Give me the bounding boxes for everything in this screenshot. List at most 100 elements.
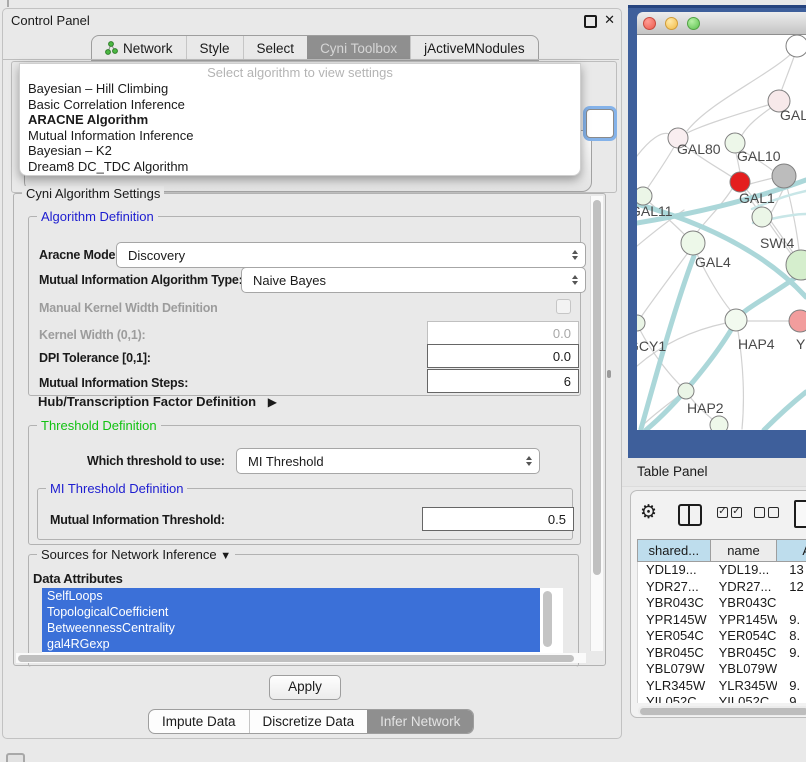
column-header-name[interactable]: name [711,540,778,561]
table-row[interactable]: YBR043CYBR043C [638,595,806,612]
dpi-tolerance-field[interactable]: 0.0 [427,344,579,368]
tab-style[interactable]: Style [186,36,243,60]
column-header-a[interactable]: A [777,540,806,561]
node-label: Y [796,336,806,352]
network-window-titlebar[interactable] [637,12,806,35]
bottom-tab-discretize-data[interactable]: Discretize Data [249,710,368,733]
algorithm-option-aracne-algorithm[interactable]: ARACNE Algorithm [20,112,580,128]
deselect-checkbox-icon[interactable] [754,507,765,518]
settings-vertical-scrollbar[interactable] [590,196,603,651]
splitter-handle[interactable] [607,370,611,378]
bottom-tab-infer-network[interactable]: Infer Network [367,710,473,733]
network-node-gcy1[interactable] [637,315,645,331]
algorithm-option-basic-correlation-inference[interactable]: Basic Correlation Inference [20,97,580,113]
table-row[interactable]: YLR345WYLR345W9. [638,678,806,695]
panel-title: Control Panel [11,13,90,28]
network-node-gal4[interactable] [681,231,705,255]
mi-threshold-label: Mutual Information Threshold: [50,513,225,527]
apply-button[interactable]: Apply [269,675,341,700]
gear-icon[interactable]: ⚙ [640,501,657,524]
table-row[interactable]: YDR27...YDR27...12 [638,579,806,596]
attribute-item-selfloops[interactable]: SelfLoops [42,588,544,604]
sources-toggle[interactable]: Sources for Network Inference ▼ [37,547,235,562]
zoom-traffic-light-icon[interactable] [687,17,700,30]
network-node-gal1[interactable] [730,172,750,192]
network-edge[interactable] [641,254,687,317]
table-row[interactable]: YPR145WYPR145W9. [638,612,806,629]
manual-kernel-checkbox[interactable] [556,299,571,314]
attribute-item-betweennesscentrality[interactable]: BetweennessCentrality [42,620,544,636]
bottom-tab-impute-data[interactable]: Impute Data [149,710,249,733]
network-node[interactable] [710,416,728,430]
network-edge[interactable] [764,392,806,430]
table-cell: YBR043C [638,595,711,612]
network-node[interactable] [772,164,796,188]
mi-steps-label: Mutual Information Steps: [39,376,188,390]
stray-button[interactable] [6,753,25,762]
which-threshold-combo[interactable]: MI Threshold [236,448,540,474]
select-all-checkbox-icon[interactable]: ✓ [731,507,742,518]
document-icon[interactable] [794,500,806,528]
table-row[interactable]: YER054CYER054C8. [638,628,806,645]
table-cell: YPR145W [638,612,711,629]
table-cell: YDR27... [711,579,778,596]
tab-select[interactable]: Select [243,36,308,60]
network-node[interactable] [786,35,806,57]
table-panel-title: Table Panel [637,464,708,479]
minimize-traffic-light-icon[interactable] [665,17,678,30]
attribute-item-topologicalcoefficient[interactable]: TopologicalCoefficient [42,604,544,620]
tab-jactivemnodules[interactable]: jActiveMNodules [410,36,538,60]
kernel-width-field[interactable]: 0.0 [427,321,579,345]
aracne-mode-combo[interactable]: Discovery [116,242,586,268]
attributes-scrollbar[interactable] [540,588,554,656]
network-edge[interactable] [780,51,796,95]
tab-network[interactable]: Network [92,36,186,60]
hub-definition-toggle[interactable]: Hub/Transcription Factor Definition ▶ [38,394,277,409]
algorithm-option-mutual-information-inference[interactable]: Mutual Information Inference [20,128,580,144]
tab-cyni-toolbox[interactable]: Cyni Toolbox [307,36,410,60]
mi-threshold-field[interactable]: 0.5 [422,507,574,531]
algorithm-option-bayesian-k2[interactable]: Bayesian – K2 [20,143,580,159]
attribute-item-gal4rgexp[interactable]: gal4RGexp [42,636,544,652]
network-node[interactable] [752,207,772,227]
mi-steps-field[interactable]: 6 [427,369,579,393]
columns-icon[interactable] [678,504,702,526]
dpi-tolerance-label: DPI Tolerance [0,1]: [39,351,151,365]
settings-horizontal-scrollbar[interactable] [16,653,586,663]
close-traffic-light-icon[interactable] [643,17,656,30]
network-node-hap4[interactable] [725,309,747,331]
table-cell: YDR27... [638,579,711,596]
mi-type-combo[interactable]: Naive Bayes [241,267,586,293]
network-canvas[interactable]: GALGAL80GAL10GAL1GAL11GAL4SWI4GCY1HAP4YH… [637,35,806,430]
algorithm-option-dream8-dc-tdc-algorithm[interactable]: Dream8 DC_TDC Algorithm [20,159,580,175]
select-all-checkbox-icon[interactable]: ✓ [717,507,728,518]
expand-down-icon: ▼ [220,550,231,562]
focused-combo-fragment[interactable] [586,109,614,138]
table-row[interactable]: YDL19...YDL19...13 [638,562,806,579]
network-edge[interactable] [750,178,773,184]
float-window-icon[interactable] [584,15,597,28]
algorithm-option-bayesian-hill-climbing[interactable]: Bayesian – Hill Climbing [20,81,580,97]
close-icon[interactable]: ✕ [604,12,615,28]
table-cell: 9. [777,612,806,629]
table-row[interactable]: YBL079WYBL079W [638,661,806,678]
table-row[interactable]: YBR045CYBR045C9. [638,645,806,662]
column-header-shared[interactable]: shared... [638,540,711,561]
network-window: GALGAL80GAL10GAL1GAL11GAL4SWI4GCY1HAP4YH… [637,12,806,430]
network-node-hap2[interactable] [678,383,694,399]
mi-threshold-group-title: MI Threshold Definition [46,481,187,496]
table-toolbar: ⚙ ✓ ✓ [631,497,806,535]
table-cell: 9. [777,645,806,662]
combo-spinner-icon [572,250,578,260]
algorithm-dropdown-popup: Select algorithm to view settings Bayesi… [19,63,581,176]
table-cell: YBL079W [711,661,778,678]
deselect-checkbox-icon[interactable] [768,507,779,518]
network-edge[interactable] [647,147,674,189]
table-row[interactable]: YIL052CYIL052C9 [638,694,806,703]
network-node-swi4[interactable] [786,250,806,280]
table-cell: 12 [777,579,806,596]
network-edge[interactable] [637,133,669,156]
network-node-y[interactable] [789,310,806,332]
tab-label: Cyni Toolbox [320,41,397,56]
table-horizontal-scrollbar[interactable] [638,706,806,716]
